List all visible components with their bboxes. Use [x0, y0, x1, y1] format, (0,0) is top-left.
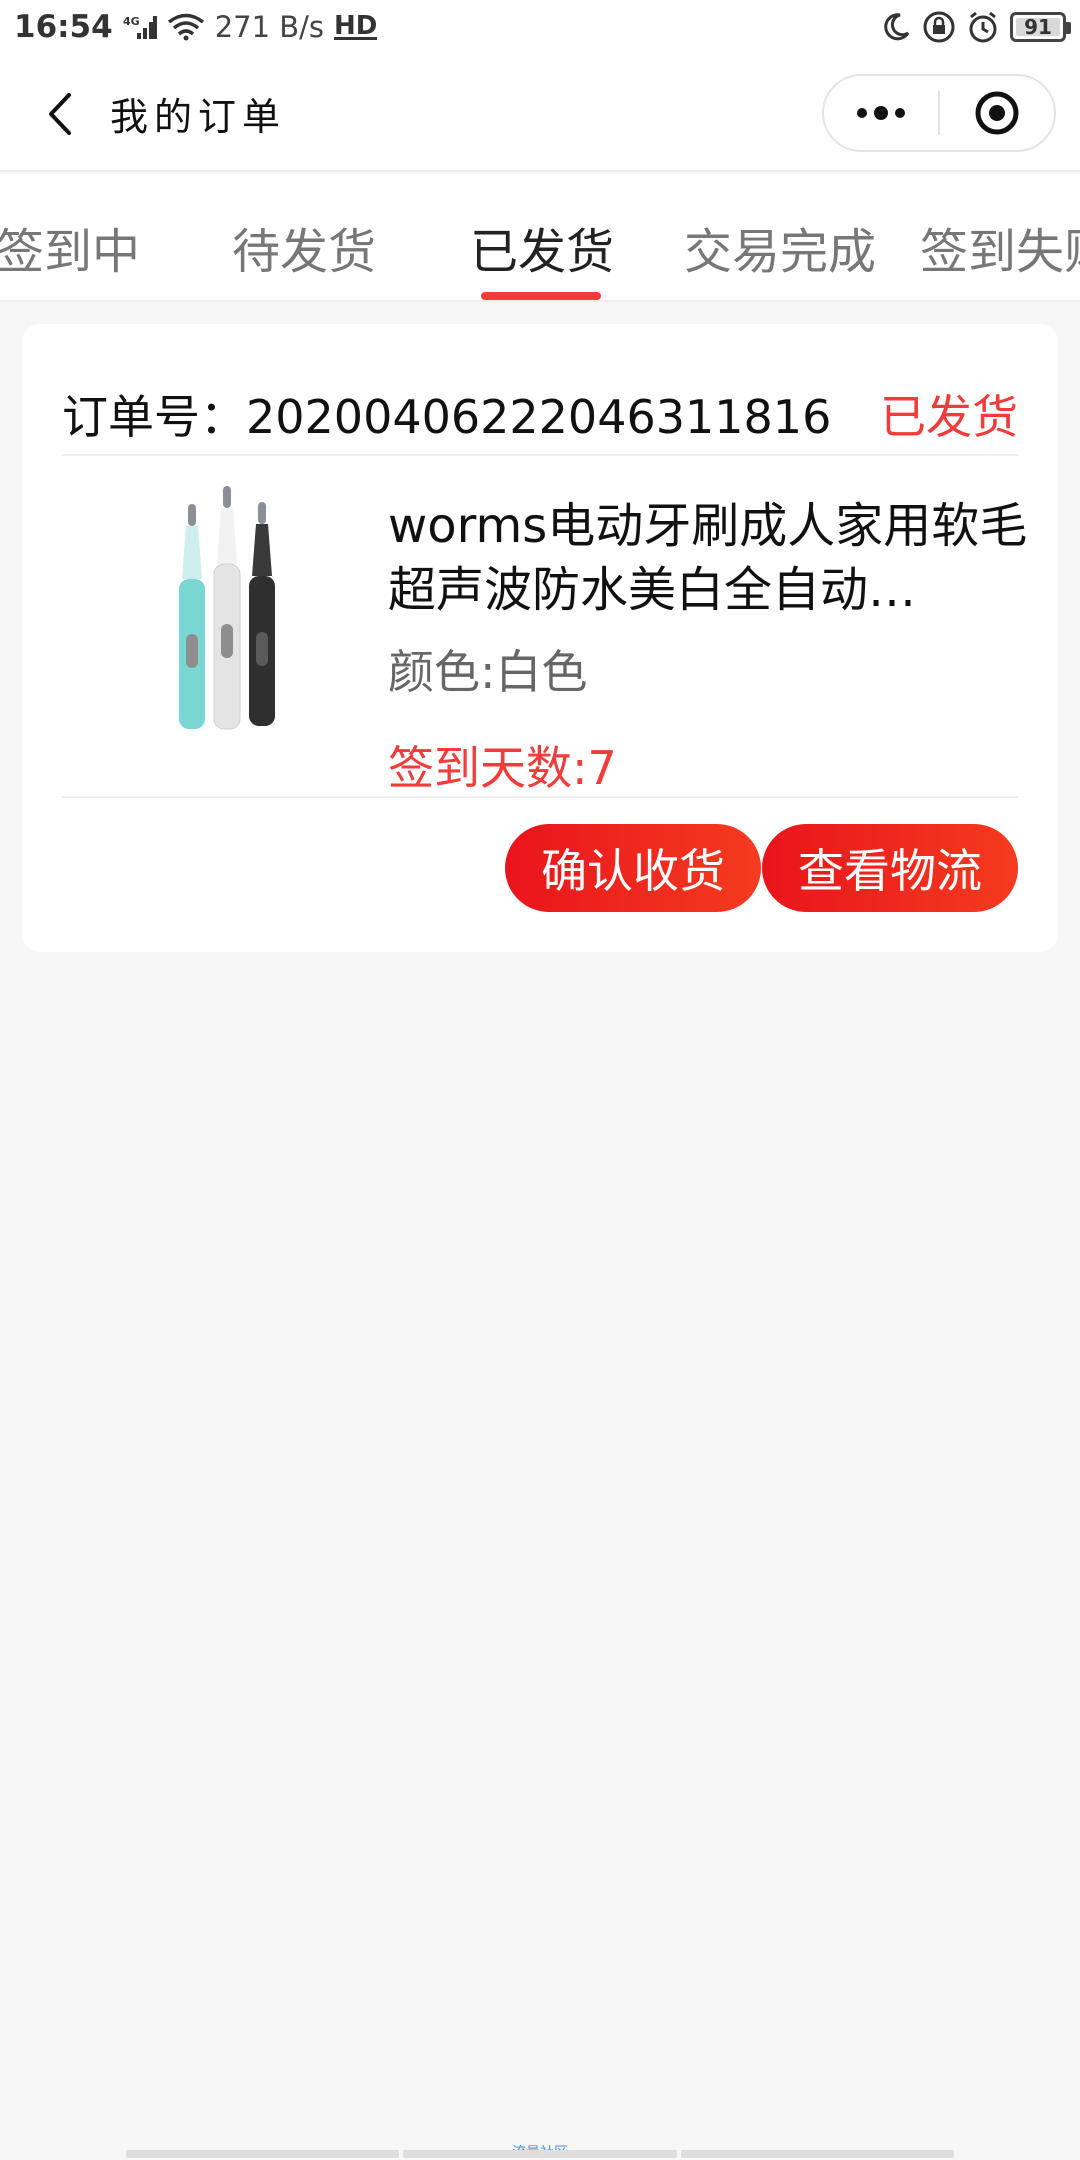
page-title: 我的订单 [110, 95, 287, 139]
alarm-icon [966, 10, 1000, 44]
back-button[interactable] [30, 84, 90, 144]
tab-pending-shipment[interactable]: 待发货 [232, 212, 376, 282]
order-status-tabs: 签到中 待发货 已发货 交易完成 签到失败 [0, 174, 1080, 302]
moon-icon [880, 11, 912, 43]
hd-icon: HD [334, 10, 378, 41]
chevron-left-icon [49, 93, 71, 135]
order-status-badge: 已发货 [880, 390, 1018, 444]
status-time: 16:54 [14, 9, 113, 45]
status-bar: 16:54 4G 271 B/s HD 91 [0, 0, 1080, 54]
product-image[interactable] [102, 474, 352, 754]
product-color-value: 白色 [495, 645, 588, 699]
tab-completed[interactable]: 交易完成 [684, 212, 876, 282]
svg-text:4G: 4G [123, 15, 140, 28]
order-card[interactable]: 订单号：20200406222046311816 已发货 worms电动牙刷成人… [22, 324, 1058, 952]
signal-4g-icon: 4G [123, 13, 157, 41]
divider [62, 454, 1018, 456]
bottom-bar [126, 2150, 954, 2158]
product-info: worms电动牙刷成人家用软毛超声波防水美白全自动… 颜色:白色 签到天数:7 [388, 494, 1034, 798]
nav-bar: 我的订单 [0, 54, 1080, 172]
battery-level: 91 [1024, 15, 1052, 39]
order-header: 订单号：20200406222046311816 已发货 [62, 384, 1018, 444]
signin-days-value: 7 [587, 741, 617, 795]
tab-signing-in[interactable]: 签到中 [0, 212, 140, 282]
order-number-label: 订单号： [62, 390, 246, 444]
target-close-icon [975, 91, 1019, 135]
confirm-receipt-button[interactable]: 确认收货 [505, 824, 761, 912]
mini-program-capsule [822, 74, 1056, 152]
product-title[interactable]: worms电动牙刷成人家用软毛超声波防水美白全自动… [388, 494, 1034, 622]
close-mini-program-button[interactable] [940, 76, 1054, 150]
tab-shipped[interactable]: 已发货 [470, 212, 614, 282]
more-button[interactable] [824, 76, 938, 150]
tab-signin-failed[interactable]: 签到失败 [920, 212, 1080, 282]
product-color-label: 颜色: [388, 645, 496, 699]
active-tab-indicator [481, 292, 601, 300]
signin-days-label: 签到天数: [388, 741, 588, 795]
view-logistics-button[interactable]: 查看物流 [762, 824, 1018, 912]
bottom-segment [403, 2150, 677, 2158]
bottom-segment [126, 2150, 400, 2158]
product-color: 颜色:白色 [388, 636, 1034, 702]
wifi-icon [167, 13, 205, 41]
divider [62, 796, 1018, 798]
rotation-lock-icon [922, 10, 956, 44]
signin-days: 签到天数:7 [388, 732, 1034, 798]
order-number: 订单号：20200406222046311816 [62, 381, 831, 447]
network-speed: 271 B/s [214, 10, 325, 44]
battery-icon: 91 [1010, 12, 1071, 42]
order-number-value: 20200406222046311816 [246, 390, 832, 444]
hd-label: HD [334, 10, 378, 41]
more-dots-icon [857, 106, 905, 120]
bottom-segment [680, 2150, 954, 2158]
